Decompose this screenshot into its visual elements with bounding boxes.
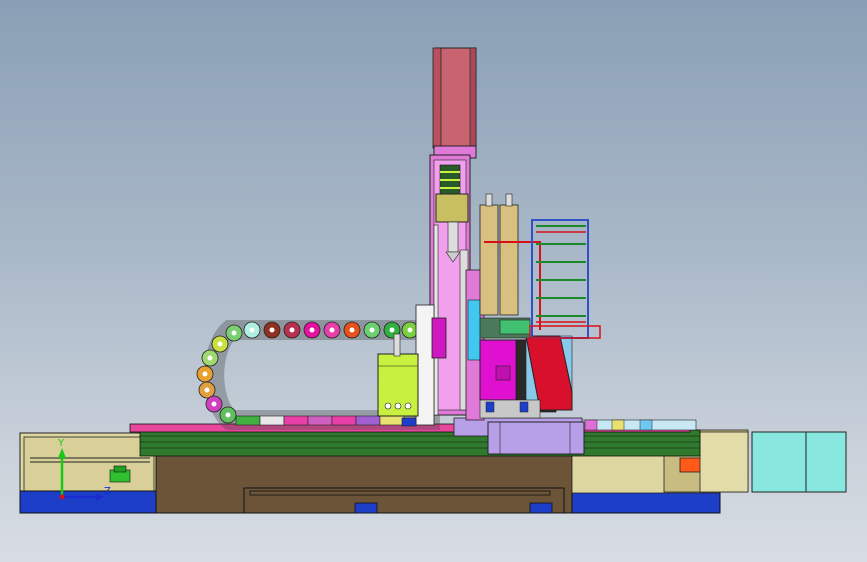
z-axis-column	[415, 47, 485, 426]
cad-model: Y Z	[19, 47, 847, 514]
triad-z-label: Z	[104, 486, 111, 497]
pneumatic-cylinder	[377, 333, 419, 427]
gripper-assembly	[479, 317, 573, 419]
triad-y-label: Y	[57, 438, 65, 449]
cad-viewport[interactable]: Y Z	[0, 0, 867, 562]
